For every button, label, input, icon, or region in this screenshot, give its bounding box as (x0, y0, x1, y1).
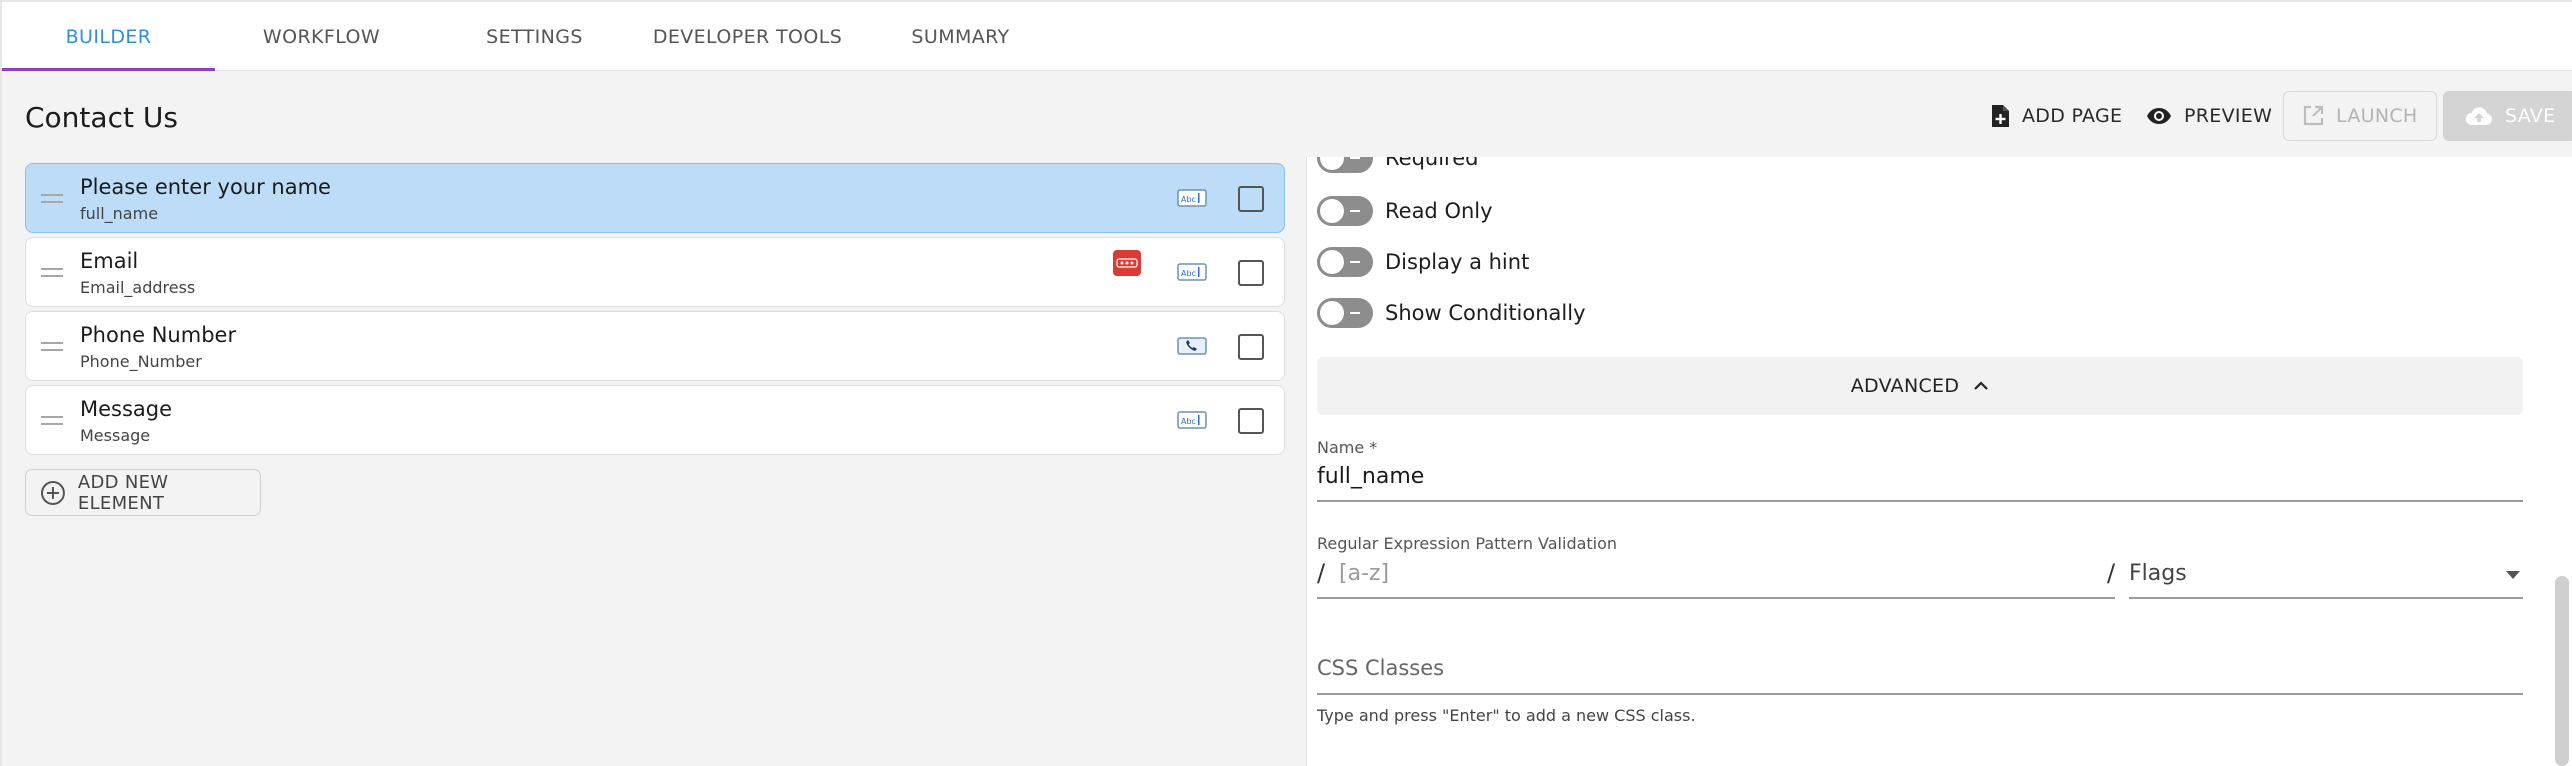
name-field-label: Name * (1317, 438, 1378, 457)
read-only-label: Read Only (1385, 199, 1493, 223)
launch-label: LAUNCH (2336, 105, 2418, 127)
preview-label: PREVIEW (2184, 105, 2273, 127)
add-circle-icon (40, 480, 65, 505)
show-conditionally-switch[interactable] (1317, 298, 1373, 328)
text-field-icon: Abc (1177, 263, 1207, 281)
drag-handle-icon[interactable] (41, 268, 63, 277)
element-name: Phone_Number (80, 352, 202, 371)
drag-handle-icon[interactable] (41, 416, 63, 425)
svg-text:Abc: Abc (1181, 195, 1196, 204)
builder-panel: Contact Us ADD PAGE PREVIEW LAUNCH SAVE (0, 71, 2572, 766)
phone-field-icon (1177, 337, 1207, 355)
required-switch[interactable] (1317, 157, 1373, 173)
tab-developer-tools[interactable]: DEVELOPER TOOLS (641, 2, 854, 71)
tab-summary[interactable]: SUMMARY (854, 2, 1067, 71)
name-field-underline (1317, 500, 2523, 502)
element-checkbox[interactable] (1238, 408, 1264, 434)
display-hint-toggle-row[interactable]: Display a hint (1317, 245, 1529, 279)
form-element-row[interactable]: Message Message Abc (25, 385, 1285, 455)
add-page-button[interactable]: ADD PAGE (1990, 91, 2122, 141)
add-new-element-label: ADD NEW ELEMENT (77, 471, 169, 514)
properties-scrollbar[interactable] (2555, 576, 2569, 766)
read-only-toggle-row[interactable]: Read Only (1317, 194, 1493, 228)
element-name: Message (80, 426, 151, 445)
name-field[interactable]: full_name (1317, 464, 1424, 489)
element-checkbox[interactable] (1238, 260, 1264, 286)
element-checkbox[interactable] (1238, 334, 1264, 360)
regex-pattern-underline (1317, 597, 2115, 599)
required-toggle-row[interactable]: Required (1317, 157, 1478, 175)
text-field-icon: Abc (1177, 411, 1207, 429)
form-element-row[interactable]: Email Email_address Abc (25, 237, 1285, 307)
dropdown-arrow-icon[interactable] (2506, 571, 2520, 579)
preview-button[interactable]: PREVIEW (2146, 91, 2272, 141)
validation-badge-icon[interactable] (1113, 250, 1141, 276)
advanced-section-toggle[interactable]: ADVANCED (1317, 357, 2523, 415)
element-name: Email_address (80, 278, 196, 297)
flags-underline (2129, 597, 2523, 599)
element-name: full_name (80, 204, 159, 223)
text-field-icon: Abc (1177, 189, 1207, 207)
add-new-element-button[interactable]: ADD NEW ELEMENT (25, 469, 261, 516)
show-conditionally-label: Show Conditionally (1385, 301, 1586, 325)
element-properties-panel: Required Read Only Display a hint Show C… (1306, 157, 2572, 766)
regex-field-label: Regular Expression Pattern Validation (1317, 534, 1618, 553)
required-label: Required (1385, 157, 1479, 170)
save-label: SAVE (2505, 105, 2556, 127)
more-dots-icon (1116, 258, 1138, 268)
display-hint-label: Display a hint (1385, 250, 1530, 274)
css-classes-input[interactable]: CSS Classes (1317, 656, 1444, 680)
page-title: Contact Us (25, 101, 178, 134)
read-only-switch[interactable] (1317, 196, 1373, 226)
show-conditionally-toggle-row[interactable]: Show Conditionally (1317, 296, 1586, 330)
element-checkbox[interactable] (1238, 186, 1264, 212)
svg-text:Abc: Abc (1181, 417, 1196, 426)
tab-builder[interactable]: BUILDER (2, 2, 215, 71)
regex-slash-left: / (1317, 559, 1326, 587)
tab-workflow[interactable]: WORKFLOW (215, 2, 428, 71)
add-page-icon (1992, 105, 2009, 127)
form-element-row[interactable]: Please enter your name full_name Abc (25, 163, 1285, 233)
element-label: Phone Number (80, 323, 237, 347)
form-element-row[interactable]: Phone Number Phone_Number (25, 311, 1285, 381)
cloud-upload-icon (2465, 107, 2493, 126)
css-classes-underline (1317, 693, 2523, 695)
element-label: Email (80, 249, 139, 273)
launch-button[interactable]: LAUNCH (2283, 91, 2437, 141)
drag-handle-icon[interactable] (41, 194, 63, 203)
drag-handle-icon[interactable] (41, 342, 63, 351)
eye-icon (2147, 108, 2171, 124)
open-in-new-icon (2303, 105, 2324, 126)
flags-select[interactable]: Flags (2129, 561, 2187, 586)
regex-pattern-input[interactable]: [a-z] (1339, 561, 1389, 586)
advanced-label: ADVANCED (1850, 375, 1960, 397)
element-label: Message (80, 397, 173, 421)
save-button[interactable]: SAVE (2443, 91, 2572, 141)
css-classes-helper-text: Type and press "Enter" to add a new CSS … (1317, 706, 1696, 725)
regex-slash-right: / (2107, 559, 2116, 587)
display-hint-switch[interactable] (1317, 247, 1373, 277)
add-page-label: ADD PAGE (2022, 105, 2123, 127)
tab-bar: BUILDER WORKFLOW SETTINGS DEVELOPER TOOL… (0, 0, 2572, 71)
chevron-up-icon (1974, 381, 1989, 390)
element-label: Please enter your name (80, 175, 331, 199)
svg-text:Abc: Abc (1181, 269, 1196, 278)
tab-settings[interactable]: SETTINGS (428, 2, 641, 71)
